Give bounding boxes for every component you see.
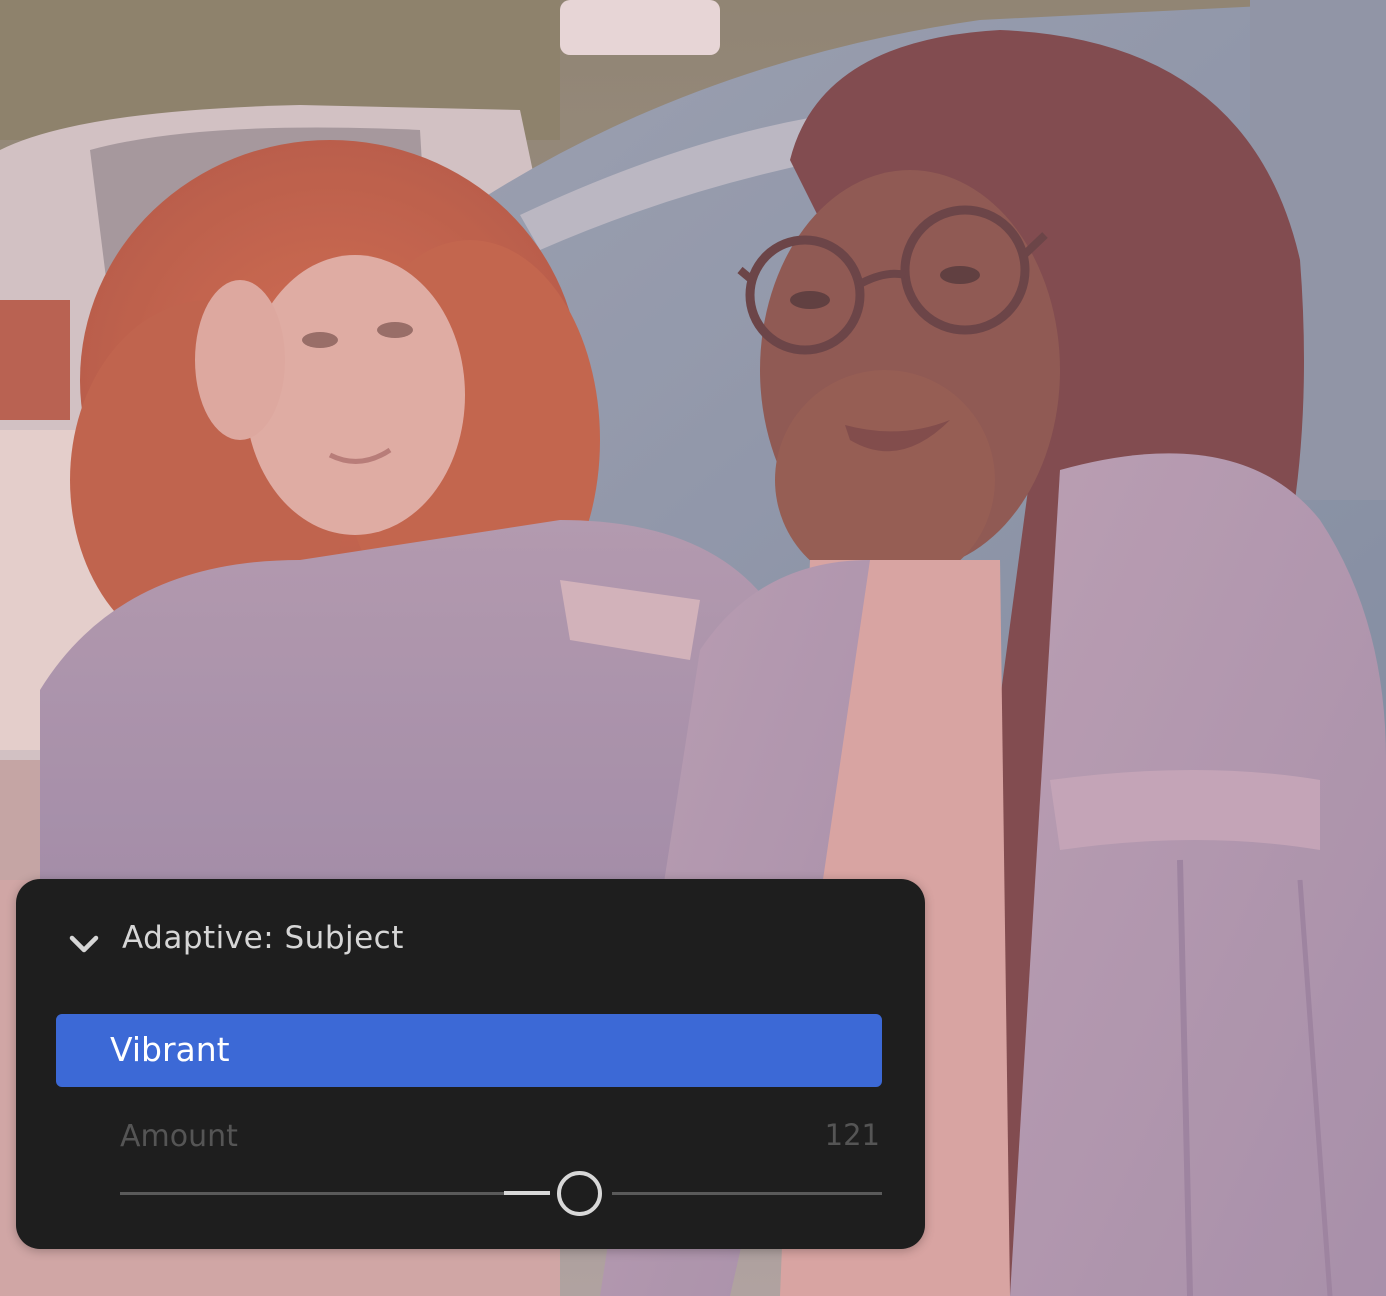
amount-slider[interactable] (120, 1170, 882, 1216)
chevron-down-icon[interactable] (68, 930, 100, 958)
slider-fill (504, 1191, 550, 1195)
adaptive-subject-panel: Adaptive: Subject Vibrant Amount 121 (16, 879, 925, 1249)
slider-track[interactable] (120, 1192, 882, 1195)
preset-label: Vibrant (110, 1030, 230, 1069)
amount-label: Amount (120, 1119, 238, 1154)
amount-value: 121 (824, 1118, 880, 1152)
slider-thumb[interactable] (557, 1171, 602, 1216)
panel-title: Adaptive: Subject (122, 920, 404, 956)
preset-vibrant-option[interactable]: Vibrant (56, 1014, 882, 1087)
panel-header[interactable]: Adaptive: Subject (16, 879, 925, 1007)
